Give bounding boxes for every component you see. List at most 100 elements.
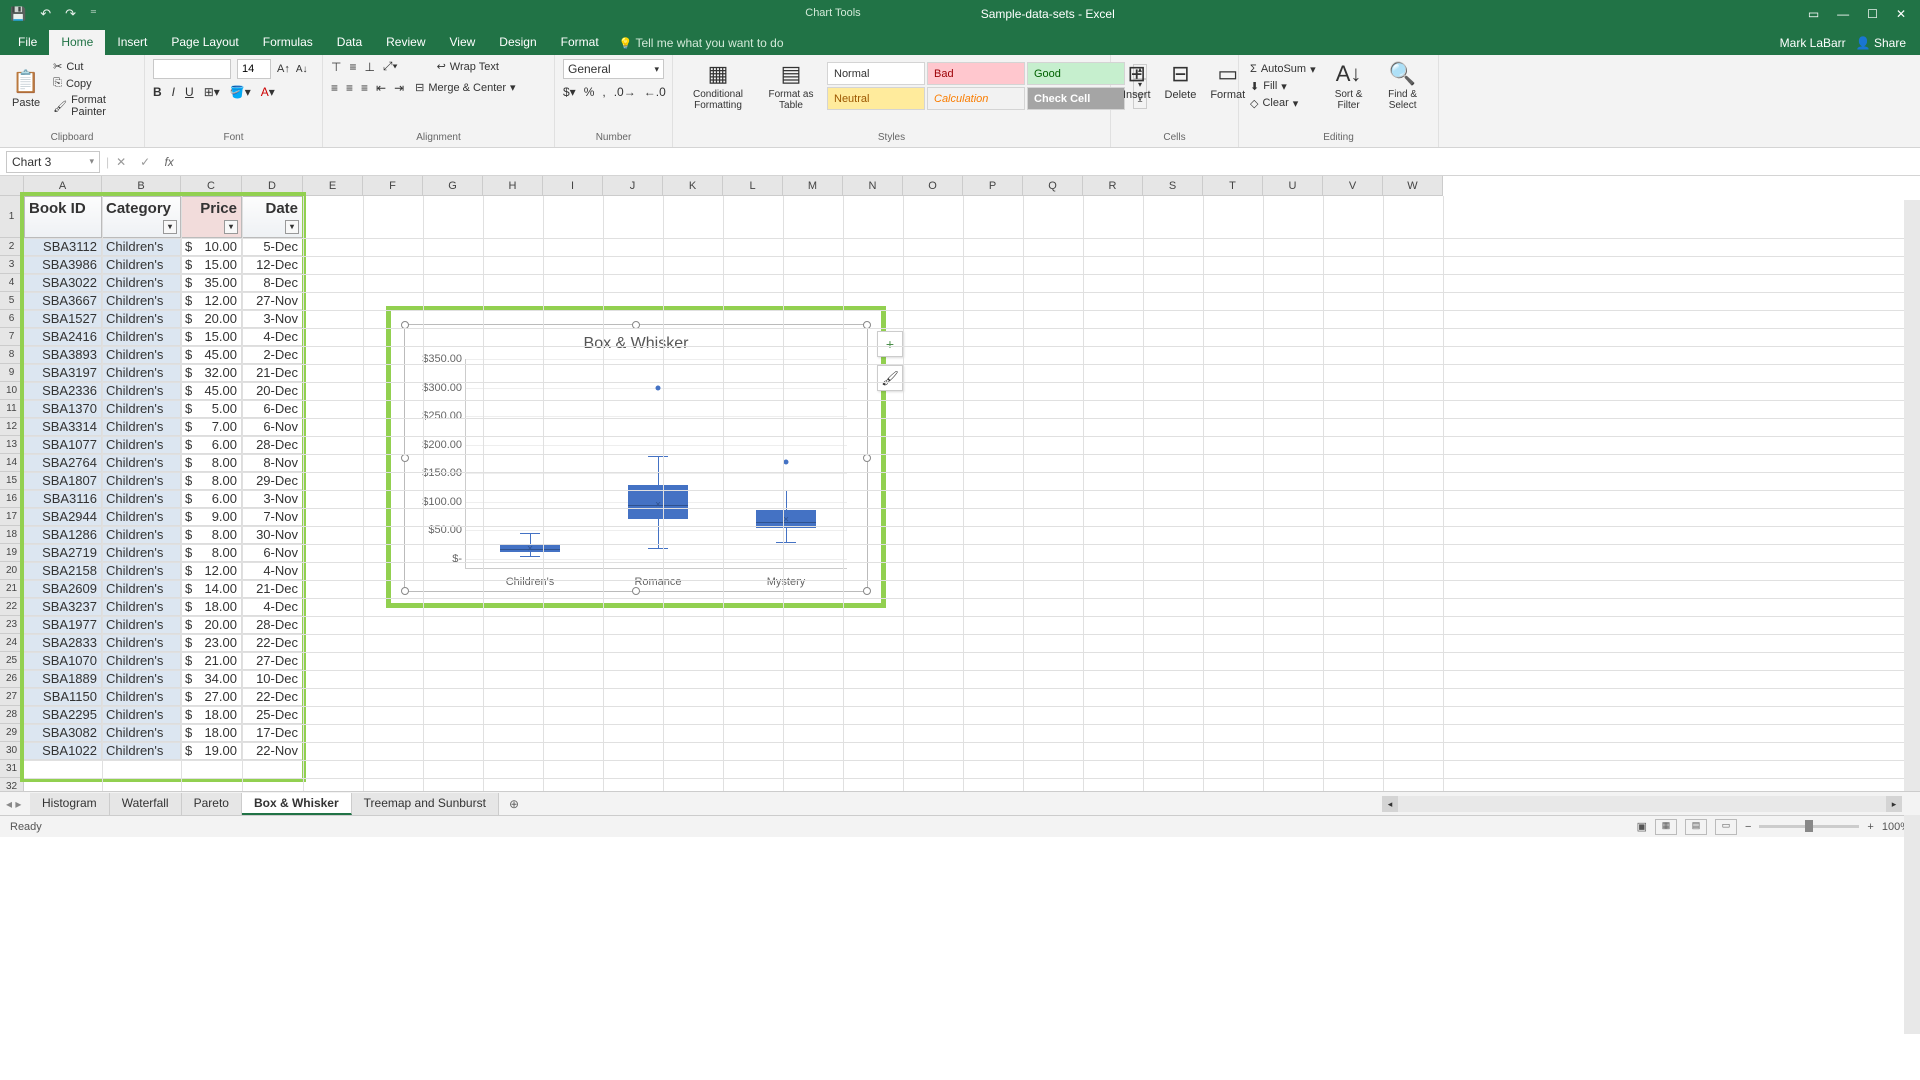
- table-cell[interactable]: Children's: [102, 238, 181, 256]
- table-cell[interactable]: 25-Dec: [242, 706, 303, 724]
- row-headers[interactable]: 1234567891011121314151617181920212223242…: [0, 196, 24, 791]
- find-select-button[interactable]: 🔍Find & Select: [1379, 59, 1427, 113]
- row-header[interactable]: 11: [0, 400, 24, 418]
- column-header[interactable]: P: [963, 176, 1023, 195]
- table-row[interactable]: SBA3986Children's$15.0012-Dec: [24, 256, 303, 274]
- sheet-tab[interactable]: Box & Whisker: [242, 793, 352, 815]
- table-cell[interactable]: SBA1077: [24, 436, 102, 454]
- ribbon-tab-home[interactable]: Home: [49, 30, 105, 55]
- table-cell[interactable]: SBA1022: [24, 742, 102, 760]
- table-cell[interactable]: $21.00: [181, 652, 242, 670]
- ribbon-tab-formulas[interactable]: Formulas: [251, 30, 325, 55]
- underline-button[interactable]: U: [185, 85, 194, 99]
- cancel-formula-icon[interactable]: ✕: [109, 155, 133, 169]
- vertical-scrollbar[interactable]: [1904, 200, 1920, 1034]
- table-row[interactable]: SBA3314Children's$7.006-Nov: [24, 418, 303, 436]
- table-cell[interactable]: 3-Nov: [242, 490, 303, 508]
- table-cell[interactable]: Children's: [102, 526, 181, 544]
- align-bottom-icon[interactable]: ⊥: [364, 60, 374, 74]
- table-cell[interactable]: $45.00: [181, 346, 242, 364]
- table-cell[interactable]: Children's: [102, 436, 181, 454]
- select-all-corner[interactable]: [0, 176, 24, 196]
- style-bad[interactable]: Bad: [927, 62, 1025, 85]
- number-format-combo[interactable]: General▾: [563, 59, 664, 79]
- table-row[interactable]: SBA2944Children's$9.007-Nov: [24, 508, 303, 526]
- table-cell[interactable]: 12-Dec: [242, 256, 303, 274]
- ribbon-tab-review[interactable]: Review: [374, 30, 437, 55]
- column-header[interactable]: L: [723, 176, 783, 195]
- column-header[interactable]: J: [603, 176, 663, 195]
- table-cell[interactable]: $14.00: [181, 580, 242, 598]
- decrease-decimal-icon[interactable]: ←.0: [644, 85, 666, 99]
- style-calculation[interactable]: Calculation: [927, 87, 1025, 110]
- close-icon[interactable]: ✕: [1896, 7, 1906, 21]
- row-header[interactable]: 19: [0, 544, 24, 562]
- row-header[interactable]: 16: [0, 490, 24, 508]
- row-header[interactable]: 20: [0, 562, 24, 580]
- table-cell[interactable]: 6-Nov: [242, 418, 303, 436]
- column-header[interactable]: A: [24, 176, 102, 195]
- table-cell[interactable]: 5-Dec: [242, 238, 303, 256]
- table-header-book-id[interactable]: Book ID: [24, 196, 102, 238]
- table-row[interactable]: SBA3116Children's$6.003-Nov: [24, 490, 303, 508]
- table-cell[interactable]: $18.00: [181, 598, 242, 616]
- table-cell[interactable]: SBA2416: [24, 328, 102, 346]
- undo-icon[interactable]: ↶: [40, 6, 51, 22]
- table-cell[interactable]: SBA3893: [24, 346, 102, 364]
- table-cell[interactable]: 10-Dec: [242, 670, 303, 688]
- border-button[interactable]: ⊞▾: [204, 85, 220, 99]
- table-cell[interactable]: SBA2609: [24, 580, 102, 598]
- increase-decimal-icon[interactable]: .0→: [614, 85, 636, 99]
- minimize-icon[interactable]: —: [1837, 7, 1849, 21]
- ribbon-tab-data[interactable]: Data: [325, 30, 374, 55]
- fx-icon[interactable]: fx: [157, 155, 181, 169]
- table-cell[interactable]: SBA1070: [24, 652, 102, 670]
- table-cell[interactable]: $7.00: [181, 418, 242, 436]
- table-cell[interactable]: 8-Nov: [242, 454, 303, 472]
- column-header[interactable]: G: [423, 176, 483, 195]
- table-cell[interactable]: SBA1286: [24, 526, 102, 544]
- table-cell[interactable]: 20-Dec: [242, 382, 303, 400]
- column-header[interactable]: F: [363, 176, 423, 195]
- table-row[interactable]: SBA2833Children's$23.0022-Dec: [24, 634, 303, 652]
- filter-dropdown-icon[interactable]: ▾: [285, 220, 299, 234]
- table-cell[interactable]: SBA1527: [24, 310, 102, 328]
- conditional-formatting-button[interactable]: ▦Conditional Formatting: [681, 59, 755, 113]
- table-row[interactable]: SBA2416Children's$15.004-Dec: [24, 328, 303, 346]
- row-header[interactable]: 22: [0, 598, 24, 616]
- column-header[interactable]: B: [102, 176, 181, 195]
- page-layout-view-button[interactable]: ▤: [1685, 819, 1707, 835]
- table-cell[interactable]: SBA3082: [24, 724, 102, 742]
- zoom-out-button[interactable]: −: [1745, 821, 1751, 833]
- ribbon-tab-format[interactable]: Format: [549, 30, 611, 55]
- sort-filter-button[interactable]: A↓Sort & Filter: [1325, 59, 1373, 113]
- table-cell[interactable]: 6-Dec: [242, 400, 303, 418]
- table-row[interactable]: SBA1077Children's$6.0028-Dec: [24, 436, 303, 454]
- paste-button[interactable]: 📋Paste: [8, 67, 44, 111]
- table-cell[interactable]: SBA1150: [24, 688, 102, 706]
- table-cell[interactable]: 21-Dec: [242, 580, 303, 598]
- align-middle-icon[interactable]: ≡: [349, 60, 356, 74]
- table-row[interactable]: SBA1370Children's$5.006-Dec: [24, 400, 303, 418]
- table-cell[interactable]: Children's: [102, 652, 181, 670]
- increase-indent-icon[interactable]: ⇥: [394, 81, 404, 95]
- table-cell[interactable]: Children's: [102, 688, 181, 706]
- new-sheet-button[interactable]: ⊕: [499, 794, 529, 814]
- percent-icon[interactable]: %: [584, 85, 595, 99]
- table-cell[interactable]: SBA2944: [24, 508, 102, 526]
- table-row[interactable]: SBA3197Children's$32.0021-Dec: [24, 364, 303, 382]
- horizontal-scrollbar[interactable]: ◂ ▸: [1382, 796, 1902, 812]
- column-header[interactable]: D: [242, 176, 303, 195]
- column-header[interactable]: N: [843, 176, 903, 195]
- scroll-right-icon[interactable]: ▸: [1886, 796, 1902, 812]
- table-cell[interactable]: Children's: [102, 634, 181, 652]
- customize-qat-icon[interactable]: ⁼: [90, 6, 97, 22]
- table-header-price[interactable]: Price▾: [181, 196, 242, 238]
- table-cell[interactable]: 6-Nov: [242, 544, 303, 562]
- save-icon[interactable]: 💾: [10, 6, 26, 22]
- table-cell[interactable]: Children's: [102, 562, 181, 580]
- column-header[interactable]: H: [483, 176, 543, 195]
- fill-color-button[interactable]: 🪣▾: [230, 85, 251, 99]
- row-header[interactable]: 17: [0, 508, 24, 526]
- table-header-category[interactable]: Category▾: [102, 196, 181, 238]
